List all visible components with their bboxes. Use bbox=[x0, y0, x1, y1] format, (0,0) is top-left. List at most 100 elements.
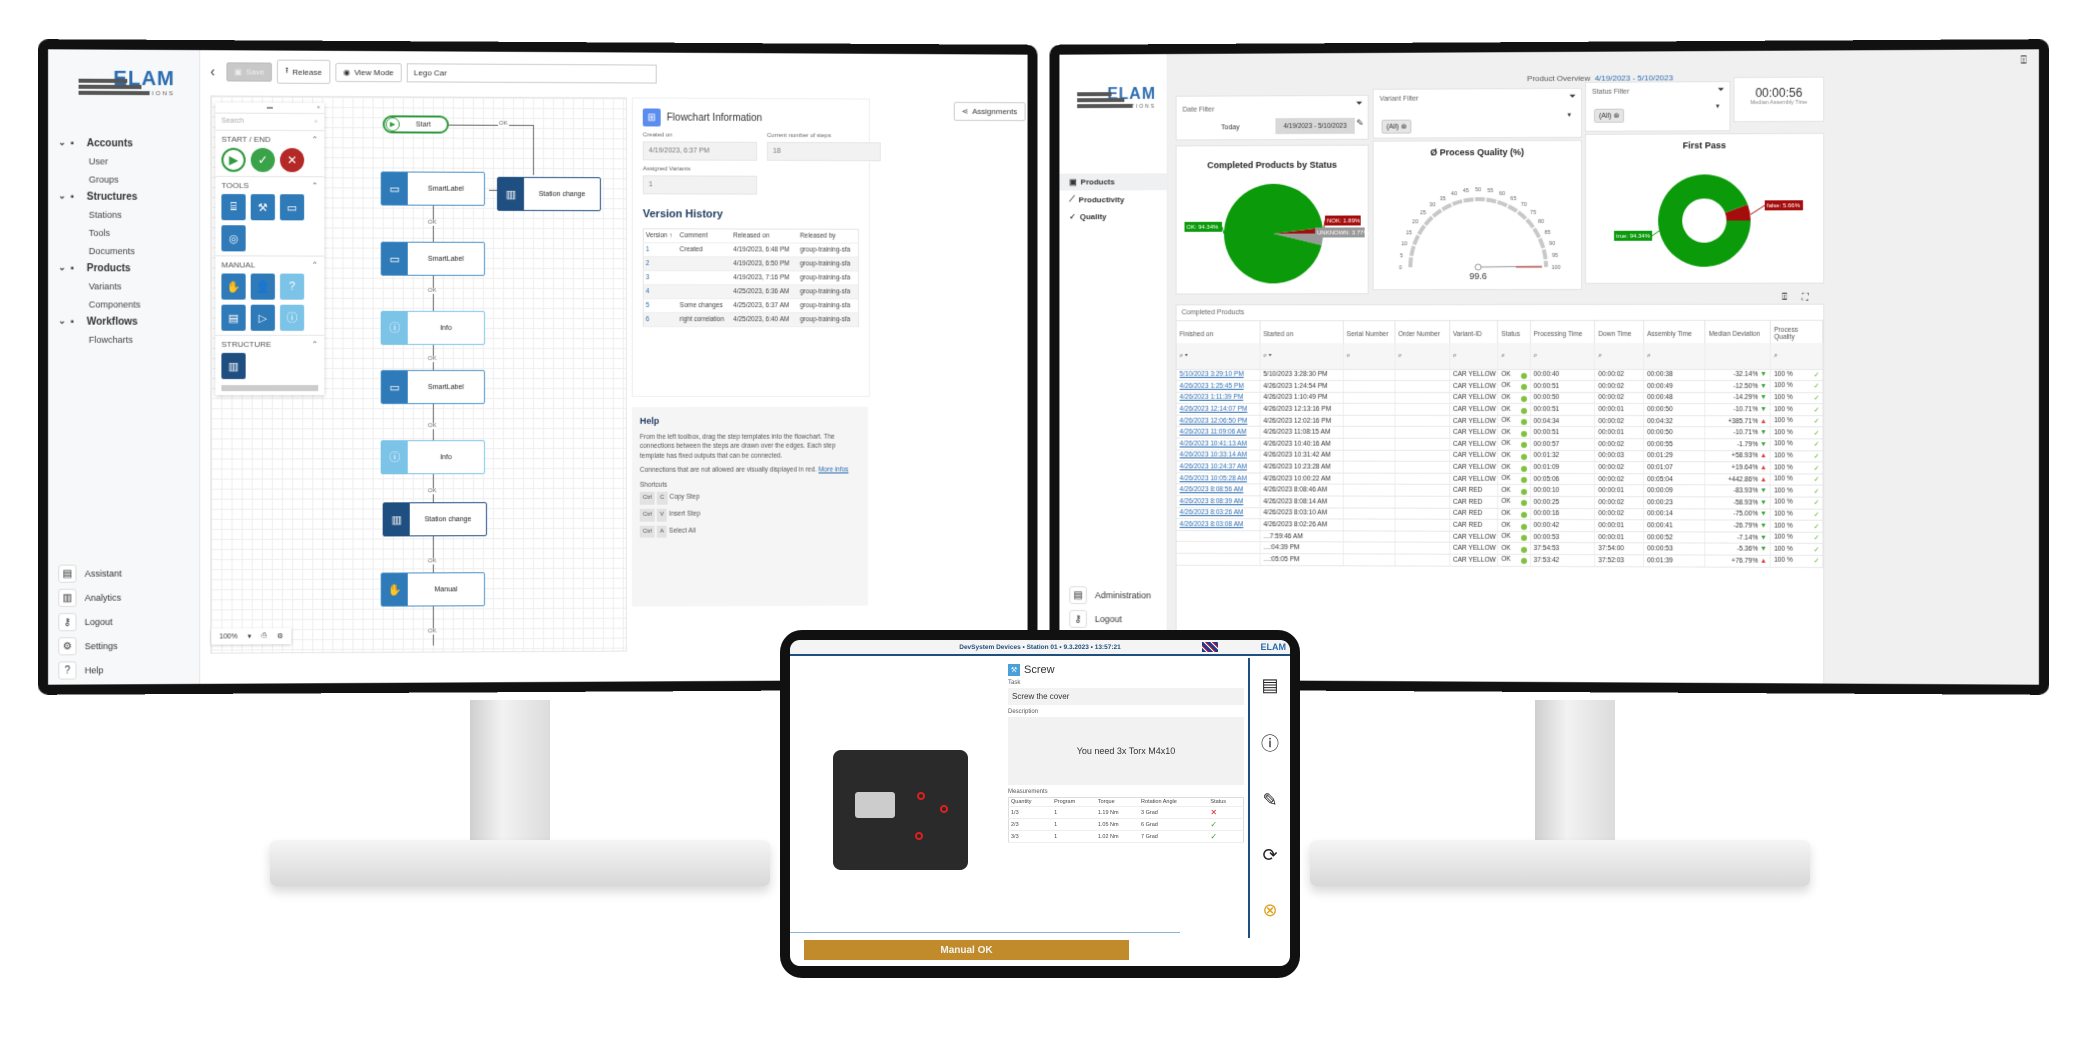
question-icon[interactable]: ? bbox=[279, 273, 305, 300]
table-cell[interactable]: 3 bbox=[643, 270, 678, 285]
nav-productivity[interactable]: ⟋ Productivity bbox=[1059, 190, 1166, 208]
export-icon[interactable]: ⍐ bbox=[1782, 292, 1787, 303]
table-row[interactable]: 4/26/2023 1:11:39 PM 4/26/2023 1:10:49 PM… bbox=[1176, 392, 1823, 404]
table-cell[interactable] bbox=[1176, 541, 1260, 554]
table-cell[interactable] bbox=[1176, 553, 1260, 566]
comment-icon[interactable]: ✎ bbox=[1262, 790, 1277, 811]
info-icon[interactable]: ⓘ bbox=[279, 304, 305, 331]
table-cell[interactable]: 4/26/2023 12:06:50 PM bbox=[1176, 415, 1260, 427]
flow-node-info[interactable]: ⓘ Info bbox=[380, 310, 485, 345]
flow-node-manual[interactable]: ✋ Manual bbox=[380, 572, 485, 607]
clear-filter-icon[interactable]: ⏷ bbox=[1356, 99, 1362, 109]
view-mode-button[interactable]: ◉ View Mode bbox=[335, 62, 402, 82]
nav-group-structures[interactable]: ⌄ ▪ Structures bbox=[48, 188, 199, 206]
back-button[interactable]: ‹ bbox=[210, 63, 215, 79]
column-header[interactable]: Down Time bbox=[1594, 320, 1644, 343]
palette-scrollbar[interactable] bbox=[221, 385, 319, 392]
flow-node-start[interactable]: ▶ Start bbox=[382, 115, 449, 134]
column-header[interactable]: Released on bbox=[731, 228, 798, 244]
nav-item-tools[interactable]: Tools bbox=[48, 224, 199, 242]
more-infos-link[interactable]: More infos bbox=[818, 467, 848, 474]
column-header[interactable]: Assembly Time bbox=[1643, 320, 1706, 343]
nav-group-products[interactable]: ⌄ ▪ Products bbox=[48, 260, 199, 277]
nav-settings[interactable]: ⚙ Settings bbox=[58, 637, 121, 656]
chevron-down-icon[interactable]: ⌄ bbox=[58, 191, 66, 202]
column-header[interactable]: Released by bbox=[797, 229, 859, 244]
flowchart-name-input[interactable]: Lego Car bbox=[406, 62, 657, 84]
table-cell[interactable]: 4 bbox=[643, 284, 678, 299]
nav-administration[interactable]: ▤ Administration bbox=[1069, 586, 1166, 605]
start-step-icon[interactable]: ▶ bbox=[221, 147, 246, 172]
column-header[interactable]: Median Deviation bbox=[1705, 320, 1771, 343]
column-header[interactable]: Processing Time bbox=[1530, 320, 1595, 344]
flow-node-smartlabel[interactable]: ▭ SmartLabel bbox=[380, 370, 485, 405]
info-icon[interactable]: ⓘ bbox=[1261, 730, 1279, 756]
flow-node-station-change[interactable]: ▥ Station change bbox=[496, 176, 601, 212]
table-cell[interactable]: 4/26/2023 1:25:45 PM bbox=[1176, 380, 1260, 393]
column-header[interactable]: Comment bbox=[677, 228, 732, 243]
nav-item-components[interactable]: Components bbox=[48, 295, 199, 313]
nav-products[interactable]: ▣ Products bbox=[1059, 173, 1167, 191]
nav-logout[interactable]: ⚷ Logout bbox=[1069, 609, 1166, 628]
table-row[interactable]: 4/26/2023 10:41:13 AM 4/26/2023 10:40:16 … bbox=[1176, 438, 1823, 451]
uk-flag-icon[interactable] bbox=[1202, 642, 1218, 652]
scanner-icon[interactable]: ⌸ bbox=[221, 194, 246, 221]
table-row[interactable]: 4/26/2023 1:25:45 PM 4/26/2023 1:24:54 PM… bbox=[1176, 380, 1823, 393]
table-cell[interactable]: 4/26/2023 1:11:39 PM bbox=[1176, 392, 1260, 404]
user-lock-icon[interactable]: 👤 bbox=[250, 273, 275, 300]
table-row[interactable]: 3 4/19/2023, 7:16 PM group-training-sfa bbox=[643, 270, 859, 285]
refresh-icon[interactable]: ⟳ bbox=[1262, 845, 1277, 866]
pencil-icon[interactable]: ✎ bbox=[1356, 118, 1363, 129]
flow-node-station-change[interactable]: ▥ Station change bbox=[382, 502, 487, 537]
table-cell[interactable]: 4/26/2023 11:09:06 AM bbox=[1176, 426, 1260, 439]
column-filter[interactable]: ⌕ bbox=[1594, 342, 1644, 370]
gear-icon[interactable]: ⚙ bbox=[277, 632, 283, 640]
column-filter[interactable] bbox=[1705, 342, 1771, 370]
screwdriver-icon[interactable]: ⚒ bbox=[250, 194, 275, 221]
today-button[interactable]: Today bbox=[1221, 124, 1239, 131]
chevron-down-icon[interactable]: ▾ bbox=[1567, 111, 1571, 119]
column-filter[interactable]: ⌕ bbox=[1394, 343, 1450, 369]
document-icon[interactable]: ▤ bbox=[221, 304, 246, 331]
table-row[interactable]: 4/26/2023 12:14:07 PM 4/26/2023 12:13:16 … bbox=[1176, 403, 1823, 416]
palette-search[interactable]: Search ⌕ bbox=[215, 112, 325, 131]
table-cell[interactable] bbox=[1176, 530, 1260, 543]
table-cell[interactable]: 6 bbox=[643, 312, 678, 327]
hand-icon[interactable]: ✋ bbox=[221, 273, 246, 300]
column-filter[interactable]: ⌕ bbox=[1497, 343, 1531, 369]
column-header[interactable]: Variant-ID bbox=[1449, 321, 1498, 344]
nav-logout[interactable]: ⚷ Logout bbox=[58, 612, 121, 632]
column-header[interactable]: Status bbox=[1497, 321, 1531, 344]
variant-chip[interactable]: (All) ⊗ bbox=[1381, 119, 1412, 134]
flow-node-info[interactable]: ⓘ Info bbox=[380, 440, 485, 475]
table-row[interactable]: 4/26/2023 12:06:50 PM 4/26/2023 12:02:16 … bbox=[1176, 415, 1823, 428]
nav-item-variants[interactable]: Variants bbox=[48, 277, 199, 295]
label-icon[interactable]: ▭ bbox=[279, 194, 305, 221]
save-button[interactable]: ▣ Save bbox=[226, 61, 273, 82]
table-cell[interactable]: 4/26/2023 8:08:56 AM bbox=[1176, 484, 1260, 496]
column-header[interactable]: Started on bbox=[1259, 321, 1344, 344]
table-row[interactable]: 2 4/19/2023, 6:50 PM group-training-sfa bbox=[643, 256, 859, 272]
table-row[interactable]: 5/10/2023 3:29:10 PM 5/10/2023 3:28:30 PM… bbox=[1176, 368, 1823, 381]
table-row[interactable]: …:05:05 PM CAR YELLOW OK 37:53:42 37:52:03 00… bbox=[1176, 553, 1823, 568]
video-icon[interactable]: ▷ bbox=[250, 304, 275, 331]
column-filter[interactable]: ⌕ bbox=[1343, 343, 1395, 369]
nav-item-groups[interactable]: Groups bbox=[48, 170, 199, 189]
table-row[interactable]: 4/26/2023 11:09:06 AM 4/26/2023 11:08:15 … bbox=[1176, 426, 1823, 439]
table-cell[interactable]: 5/10/2023 3:29:10 PM bbox=[1176, 368, 1260, 381]
table-cell[interactable]: 5 bbox=[643, 298, 678, 313]
date-range-input[interactable]: 4/19/2023 - 5/10/2023 bbox=[1275, 117, 1355, 135]
column-header[interactable]: Serial Number bbox=[1343, 321, 1395, 344]
document-icon[interactable]: ▤ bbox=[1261, 675, 1278, 696]
table-row[interactable]: 5 Some changes 4/25/2023, 6:37 AM group-tra… bbox=[643, 298, 859, 313]
release-button[interactable]: ⭱ Release bbox=[277, 59, 330, 84]
status-chip[interactable]: (All) ⊗ bbox=[1594, 108, 1625, 123]
chevron-down-icon[interactable]: ⌄ bbox=[58, 316, 66, 327]
nav-assistant[interactable]: ▤ Assistant bbox=[58, 564, 122, 583]
nav-analytics[interactable]: ▥ Analytics bbox=[58, 588, 121, 608]
table-cell[interactable]: 4/26/2023 8:03:26 AM bbox=[1176, 507, 1260, 519]
zoom-select[interactable]: 100% bbox=[219, 633, 237, 640]
nav-help[interactable]: ? Help bbox=[58, 661, 121, 680]
table-cell[interactable]: 4/26/2023 10:33:14 AM bbox=[1176, 449, 1260, 462]
column-filter[interactable]: ⌕ bbox=[1770, 342, 1823, 370]
